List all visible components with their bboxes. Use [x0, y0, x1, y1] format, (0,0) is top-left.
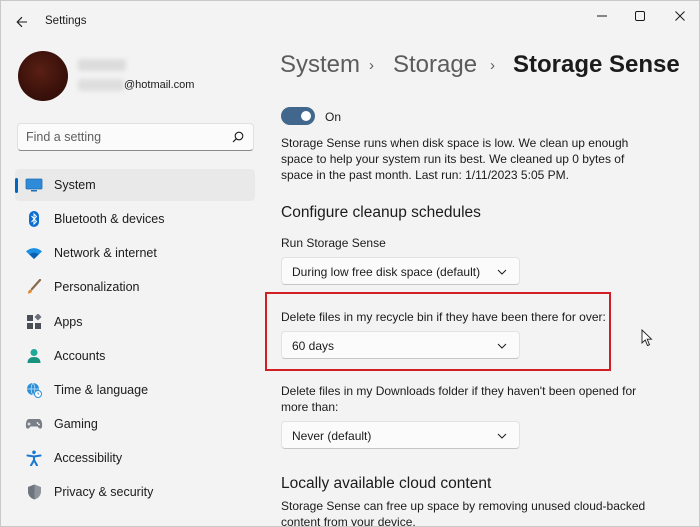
- downloads-label: Delete files in my Downloads folder if t…: [281, 384, 637, 414]
- sidebar-item-apps[interactable]: Apps: [15, 306, 255, 338]
- downloads-dropdown[interactable]: Never (default): [281, 421, 520, 449]
- profile-email: @hotmail.com: [124, 79, 195, 91]
- cloud-content-description: Storage Sense can free up space by remov…: [281, 499, 646, 527]
- search-icon[interactable]: [232, 131, 244, 143]
- run-storage-sense-label: Run Storage Sense: [281, 236, 386, 250]
- title-bar: Settings: [1, 1, 699, 41]
- sidebar-item-accounts[interactable]: Accounts: [15, 340, 255, 372]
- toggle-state-label: On: [325, 110, 342, 124]
- breadcrumb-storage[interactable]: Storage: [393, 51, 477, 79]
- search-input[interactable]: [26, 129, 216, 145]
- person-icon: [25, 348, 43, 364]
- accessibility-icon: [25, 450, 43, 466]
- storage-sense-description: Storage Sense runs when disk space is lo…: [281, 136, 629, 182]
- sidebar-item-label: System: [54, 178, 96, 192]
- sidebar-item-label: Apps: [54, 315, 83, 329]
- wifi-icon: [25, 245, 43, 261]
- highlight-annotation: [265, 292, 611, 371]
- dropdown-value: Never (default): [292, 429, 372, 443]
- mouse-cursor-icon: [641, 329, 653, 347]
- sidebar-item-personalization[interactable]: Personalization: [15, 271, 255, 303]
- sidebar-item-accessibility[interactable]: Accessibility: [15, 442, 255, 474]
- bluetooth-icon: [25, 211, 43, 227]
- selection-indicator: [15, 178, 18, 193]
- sidebar-item-network[interactable]: Network & internet: [15, 237, 255, 269]
- sidebar-item-label: Accessibility: [54, 451, 123, 465]
- back-button[interactable]: [9, 9, 35, 35]
- gamepad-icon: [25, 416, 43, 432]
- maximize-icon: [635, 11, 645, 21]
- run-storage-sense-dropdown[interactable]: During low free disk space (default): [281, 257, 520, 285]
- sidebar-item-bluetooth[interactable]: Bluetooth & devices: [15, 203, 255, 235]
- profile-email-user-blurred: [78, 79, 124, 91]
- dropdown-value: During low free disk space (default): [292, 265, 481, 279]
- chevron-down-icon: [497, 433, 507, 439]
- system-icon: [25, 177, 43, 193]
- sidebar-item-label: Gaming: [54, 417, 98, 431]
- brush-icon: [25, 279, 43, 295]
- breadcrumb-separator: ›: [369, 57, 374, 74]
- sidebar-item-label: Time & language: [54, 383, 149, 397]
- sidebar-item-label: Personalization: [54, 280, 140, 294]
- close-button[interactable]: [657, 3, 699, 29]
- profile-name-blurred: [78, 59, 126, 71]
- apps-icon: [25, 314, 43, 330]
- sidebar-item-system[interactable]: System: [15, 169, 255, 201]
- sidebar-item-label: Bluetooth & devices: [54, 212, 165, 226]
- sidebar-item-label: Accounts: [54, 349, 106, 363]
- breadcrumb-system[interactable]: System: [280, 51, 360, 79]
- minimize-icon: [597, 15, 607, 17]
- sidebar-item-privacy-security[interactable]: Privacy & security: [15, 476, 255, 508]
- back-arrow-icon: [16, 16, 27, 28]
- app-title: Settings: [45, 15, 87, 27]
- sidebar-item-label: Network & internet: [54, 246, 157, 260]
- avatar[interactable]: [18, 51, 68, 101]
- cloud-content-heading: Locally available cloud content: [281, 475, 492, 492]
- settings-window: Settings @hotmail.com Find a setting Sys…: [0, 0, 700, 527]
- chevron-down-icon: [497, 269, 507, 275]
- page-title: Storage Sense: [513, 51, 680, 78]
- sidebar-item-gaming[interactable]: Gaming: [15, 408, 255, 440]
- storage-sense-toggle[interactable]: [281, 107, 315, 125]
- shield-icon: [25, 484, 43, 500]
- sidebar-item-label: Privacy & security: [54, 485, 154, 499]
- toggle-knob: [301, 111, 311, 121]
- search-box[interactable]: [17, 123, 254, 151]
- sidebar-item-time-language[interactable]: Time & language: [15, 374, 255, 406]
- cleanup-heading: Configure cleanup schedules: [281, 204, 481, 221]
- breadcrumb-separator: ›: [490, 57, 495, 74]
- globe-clock-icon: [25, 382, 43, 398]
- close-icon: [675, 11, 685, 21]
